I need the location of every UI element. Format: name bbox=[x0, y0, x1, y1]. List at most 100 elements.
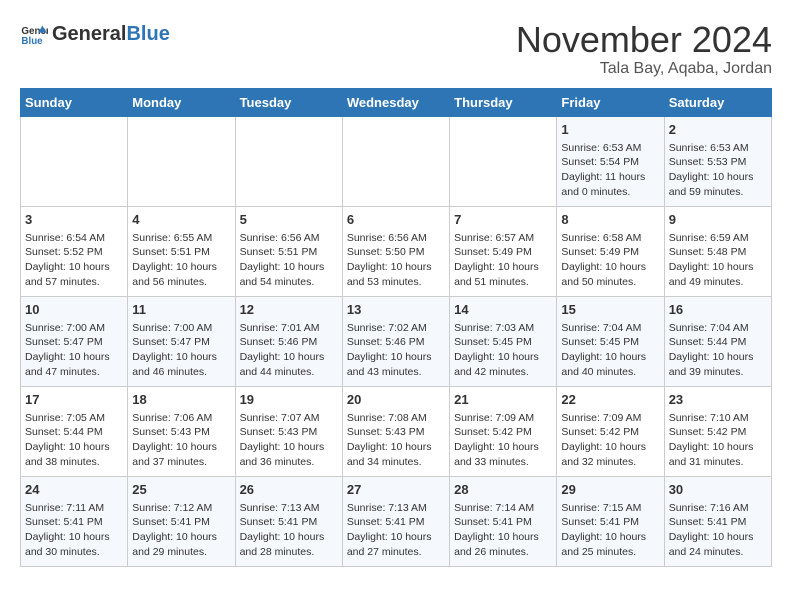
day-info: Sunrise: 6:56 AM bbox=[347, 231, 445, 246]
day-info: Daylight: 10 hours and 46 minutes. bbox=[132, 350, 230, 379]
day-info: Sunrise: 7:04 AM bbox=[561, 321, 659, 336]
day-info: Sunrise: 6:53 AM bbox=[561, 141, 659, 156]
day-info: Sunrise: 7:16 AM bbox=[669, 501, 767, 516]
day-info: Sunset: 5:43 PM bbox=[240, 425, 338, 440]
day-info: Sunrise: 7:11 AM bbox=[25, 501, 123, 516]
svg-text:Blue: Blue bbox=[21, 36, 43, 47]
calendar-table: SundayMondayTuesdayWednesdayThursdayFrid… bbox=[20, 88, 772, 567]
day-info: Daylight: 10 hours and 32 minutes. bbox=[561, 440, 659, 469]
day-info: Sunset: 5:42 PM bbox=[454, 425, 552, 440]
day-info: Sunrise: 7:00 AM bbox=[132, 321, 230, 336]
day-info: Sunrise: 7:13 AM bbox=[347, 501, 445, 516]
calendar-cell bbox=[128, 116, 235, 206]
day-info: Sunrise: 6:58 AM bbox=[561, 231, 659, 246]
day-info: Sunrise: 7:09 AM bbox=[561, 411, 659, 426]
day-number: 22 bbox=[561, 391, 659, 409]
day-info: Sunrise: 6:56 AM bbox=[240, 231, 338, 246]
day-info: Sunset: 5:44 PM bbox=[25, 425, 123, 440]
day-number: 10 bbox=[25, 301, 123, 319]
col-header-monday: Monday bbox=[128, 88, 235, 116]
day-info: Daylight: 10 hours and 49 minutes. bbox=[669, 260, 767, 289]
calendar-cell: 3Sunrise: 6:54 AMSunset: 5:52 PMDaylight… bbox=[21, 206, 128, 296]
day-info: Daylight: 10 hours and 44 minutes. bbox=[240, 350, 338, 379]
day-number: 27 bbox=[347, 481, 445, 499]
day-info: Sunset: 5:41 PM bbox=[132, 515, 230, 530]
col-header-sunday: Sunday bbox=[21, 88, 128, 116]
calendar-cell: 2Sunrise: 6:53 AMSunset: 5:53 PMDaylight… bbox=[664, 116, 771, 206]
day-number: 17 bbox=[25, 391, 123, 409]
logo-general: General bbox=[52, 23, 126, 46]
day-number: 5 bbox=[240, 211, 338, 229]
logo-blue: Blue bbox=[126, 23, 169, 46]
calendar-cell: 30Sunrise: 7:16 AMSunset: 5:41 PMDayligh… bbox=[664, 476, 771, 566]
day-info: Sunset: 5:41 PM bbox=[240, 515, 338, 530]
logo-icon: General Blue bbox=[20, 20, 48, 48]
day-number: 23 bbox=[669, 391, 767, 409]
calendar-cell: 17Sunrise: 7:05 AMSunset: 5:44 PMDayligh… bbox=[21, 386, 128, 476]
day-number: 12 bbox=[240, 301, 338, 319]
day-info: Daylight: 10 hours and 26 minutes. bbox=[454, 530, 552, 559]
calendar-cell: 5Sunrise: 6:56 AMSunset: 5:51 PMDaylight… bbox=[235, 206, 342, 296]
day-number: 8 bbox=[561, 211, 659, 229]
col-header-saturday: Saturday bbox=[664, 88, 771, 116]
day-info: Daylight: 10 hours and 47 minutes. bbox=[25, 350, 123, 379]
calendar-cell: 19Sunrise: 7:07 AMSunset: 5:43 PMDayligh… bbox=[235, 386, 342, 476]
day-number: 30 bbox=[669, 481, 767, 499]
location-subtitle: Tala Bay, Aqaba, Jordan bbox=[516, 60, 772, 78]
day-number: 11 bbox=[132, 301, 230, 319]
day-info: Daylight: 10 hours and 25 minutes. bbox=[561, 530, 659, 559]
day-info: Sunrise: 7:15 AM bbox=[561, 501, 659, 516]
calendar-cell bbox=[21, 116, 128, 206]
calendar-cell: 22Sunrise: 7:09 AMSunset: 5:42 PMDayligh… bbox=[557, 386, 664, 476]
calendar-cell: 18Sunrise: 7:06 AMSunset: 5:43 PMDayligh… bbox=[128, 386, 235, 476]
calendar-cell: 12Sunrise: 7:01 AMSunset: 5:46 PMDayligh… bbox=[235, 296, 342, 386]
day-info: Sunrise: 7:06 AM bbox=[132, 411, 230, 426]
day-info: Sunset: 5:42 PM bbox=[669, 425, 767, 440]
day-info: Sunrise: 7:00 AM bbox=[25, 321, 123, 336]
day-info: Sunset: 5:43 PM bbox=[132, 425, 230, 440]
day-info: Daylight: 10 hours and 24 minutes. bbox=[669, 530, 767, 559]
day-info: Daylight: 10 hours and 28 minutes. bbox=[240, 530, 338, 559]
calendar-cell: 26Sunrise: 7:13 AMSunset: 5:41 PMDayligh… bbox=[235, 476, 342, 566]
day-number: 1 bbox=[561, 121, 659, 139]
title-block: November 2024 Tala Bay, Aqaba, Jordan bbox=[516, 20, 772, 78]
day-info: Sunrise: 6:53 AM bbox=[669, 141, 767, 156]
day-info: Sunset: 5:47 PM bbox=[25, 335, 123, 350]
day-info: Sunset: 5:45 PM bbox=[561, 335, 659, 350]
col-header-wednesday: Wednesday bbox=[342, 88, 449, 116]
page-header: General Blue GeneralBlue November 2024 T… bbox=[20, 20, 772, 78]
day-info: Daylight: 10 hours and 56 minutes. bbox=[132, 260, 230, 289]
day-number: 25 bbox=[132, 481, 230, 499]
day-info: Sunset: 5:41 PM bbox=[454, 515, 552, 530]
day-number: 28 bbox=[454, 481, 552, 499]
calendar-week-row: 3Sunrise: 6:54 AMSunset: 5:52 PMDaylight… bbox=[21, 206, 772, 296]
day-info: Daylight: 10 hours and 43 minutes. bbox=[347, 350, 445, 379]
day-info: Daylight: 10 hours and 33 minutes. bbox=[454, 440, 552, 469]
day-info: Daylight: 10 hours and 59 minutes. bbox=[669, 170, 767, 199]
calendar-cell: 27Sunrise: 7:13 AMSunset: 5:41 PMDayligh… bbox=[342, 476, 449, 566]
calendar-cell: 11 Sunrise: 7:00 AMSunset: 5:47 PMDayligh… bbox=[128, 296, 235, 386]
day-info: Daylight: 10 hours and 50 minutes. bbox=[561, 260, 659, 289]
calendar-week-row: 10Sunrise: 7:00 AMSunset: 5:47 PMDayligh… bbox=[21, 296, 772, 386]
day-info: Sunrise: 7:03 AM bbox=[454, 321, 552, 336]
col-header-thursday: Thursday bbox=[450, 88, 557, 116]
day-info: Sunset: 5:51 PM bbox=[132, 245, 230, 260]
day-info: Daylight: 10 hours and 34 minutes. bbox=[347, 440, 445, 469]
day-info: Sunrise: 7:13 AM bbox=[240, 501, 338, 516]
col-header-tuesday: Tuesday bbox=[235, 88, 342, 116]
col-header-friday: Friday bbox=[557, 88, 664, 116]
day-info: Daylight: 10 hours and 53 minutes. bbox=[347, 260, 445, 289]
day-info: Sunrise: 7:14 AM bbox=[454, 501, 552, 516]
day-number: 24 bbox=[25, 481, 123, 499]
day-info: Sunset: 5:54 PM bbox=[561, 155, 659, 170]
day-info: Daylight: 10 hours and 57 minutes. bbox=[25, 260, 123, 289]
day-info: Sunset: 5:47 PM bbox=[132, 335, 230, 350]
day-info: Sunrise: 6:55 AM bbox=[132, 231, 230, 246]
day-info: Sunset: 5:41 PM bbox=[561, 515, 659, 530]
day-info: Sunset: 5:49 PM bbox=[454, 245, 552, 260]
calendar-header-row: SundayMondayTuesdayWednesdayThursdayFrid… bbox=[21, 88, 772, 116]
calendar-week-row: 1Sunrise: 6:53 AMSunset: 5:54 PMDaylight… bbox=[21, 116, 772, 206]
calendar-cell: 24Sunrise: 7:11 AMSunset: 5:41 PMDayligh… bbox=[21, 476, 128, 566]
day-info: Sunset: 5:46 PM bbox=[240, 335, 338, 350]
calendar-cell: 4Sunrise: 6:55 AMSunset: 5:51 PMDaylight… bbox=[128, 206, 235, 296]
